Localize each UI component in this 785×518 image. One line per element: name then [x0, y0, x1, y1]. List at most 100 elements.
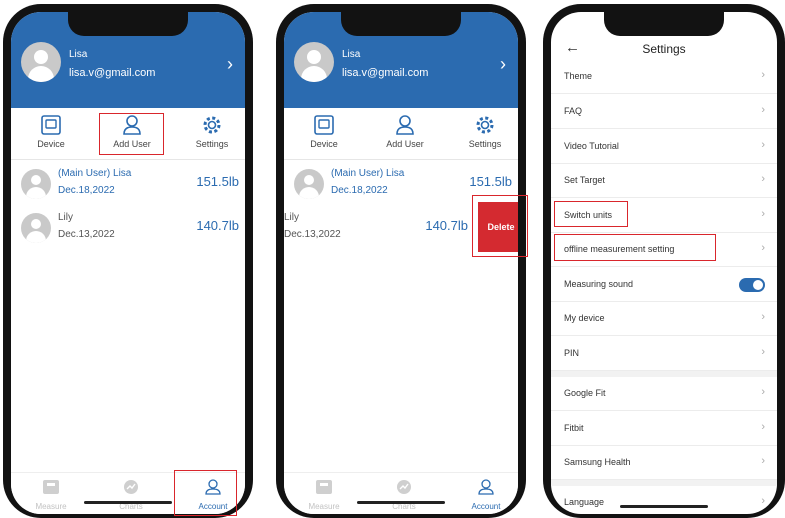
settings-item-label: Set Target	[564, 175, 605, 185]
bottom-tab-bar: Measure Charts Account	[284, 472, 518, 514]
chevron-right-icon: ›	[761, 69, 765, 81]
home-indicator	[84, 501, 172, 504]
settings-button[interactable]: Settings	[182, 114, 242, 149]
settings-item-label: My device	[564, 313, 605, 323]
chevron-right-icon: ›	[761, 104, 765, 116]
user-name: (Main User) Lisa	[331, 168, 405, 179]
settings-label: Settings	[468, 139, 502, 149]
user-name: (Main User) Lisa	[58, 168, 132, 179]
settings-item-label: Fitbit	[564, 423, 584, 433]
device-label: Device	[310, 139, 338, 149]
profile-name: Lisa	[342, 49, 361, 60]
home-indicator	[357, 501, 445, 504]
avatar	[294, 169, 324, 199]
settings-item-label: Samsung Health	[564, 457, 631, 467]
chevron-right-icon: ›	[761, 455, 765, 467]
chevron-right-icon: ›	[761, 173, 765, 185]
chevron-right-icon[interactable]: ›	[500, 54, 506, 75]
tab-measure-label: Measure	[308, 502, 340, 511]
chevron-right-icon: ›	[761, 386, 765, 398]
scale-icon	[316, 480, 332, 494]
list-item[interactable]: Lily Dec.13,2022 140.7lb	[11, 208, 245, 250]
device-label: Device	[37, 139, 65, 149]
phone-settings-screen: ← Settings Theme › FAQ › Video Tutorial › S…	[543, 4, 785, 518]
highlight-box-delete	[472, 195, 528, 257]
phone-notch	[341, 12, 461, 36]
user-weight: 151.5lb	[469, 174, 512, 189]
settings-item-language[interactable]: Language ›	[551, 486, 777, 514]
chevron-right-icon: ›	[761, 139, 765, 151]
account-toolbar: Device Add User Settings	[284, 108, 518, 160]
profile-name: Lisa	[69, 49, 88, 60]
settings-item-label: Google Fit	[564, 388, 606, 398]
highlight-box-offline-measurement	[554, 234, 716, 261]
page-title: Settings	[642, 42, 686, 56]
device-button[interactable]: Device	[294, 114, 354, 149]
phone-notch	[604, 12, 724, 36]
user-weight: 140.7lb	[196, 218, 239, 233]
phone-delete-user-screen: Lisa lisa.v@gmail.com › Device Add User	[276, 4, 526, 518]
tab-account-label: Account	[471, 502, 501, 511]
add-user-button[interactable]: Add User	[375, 114, 435, 149]
settings-button[interactable]: Settings	[455, 114, 515, 149]
settings-item-label: Theme	[564, 71, 593, 81]
gear-icon	[476, 116, 494, 134]
chevron-right-icon: ›	[761, 421, 765, 433]
settings-item-label: PIN	[564, 348, 580, 358]
avatar	[21, 169, 51, 199]
tab-measure[interactable]: Measure	[294, 479, 354, 511]
settings-item-measuring-sound: Measuring sound	[551, 268, 777, 302]
settings-item-set-target[interactable]: Set Target ›	[551, 164, 777, 198]
settings-item-google-fit[interactable]: Google Fit ›	[551, 377, 777, 411]
phone-account-screen: Lisa lisa.v@gmail.com › Device Add User	[3, 4, 253, 518]
user-date: Dec.13,2022	[58, 229, 115, 240]
chevron-right-icon: ›	[761, 242, 765, 254]
tab-charts[interactable]: Charts	[374, 479, 434, 511]
tab-account[interactable]: Account	[456, 479, 516, 511]
device-icon	[41, 115, 61, 135]
chevron-right-icon: ›	[761, 208, 765, 220]
settings-item-label: Measuring sound	[564, 279, 634, 289]
tab-charts[interactable]: Charts	[101, 479, 161, 511]
tab-measure[interactable]: Measure	[21, 479, 81, 511]
highlight-box-switch-units	[554, 201, 628, 227]
phone-notch	[68, 12, 188, 36]
user-weight: 140.7lb	[425, 218, 468, 233]
settings-item-video-tutorial[interactable]: Video Tutorial ›	[551, 130, 777, 164]
settings-item-label: FAQ	[564, 106, 583, 116]
profile-email: lisa.v@gmail.com	[69, 67, 156, 79]
chart-icon	[124, 480, 138, 494]
settings-item-fitbit[interactable]: Fitbit ›	[551, 412, 777, 446]
account-screen-swiped: Lisa lisa.v@gmail.com › Device Add User	[284, 12, 518, 514]
scale-icon	[43, 480, 59, 494]
settings-item-samsung-health[interactable]: Samsung Health ›	[551, 446, 777, 480]
tab-measure-label: Measure	[35, 502, 67, 511]
avatar	[294, 42, 334, 82]
settings-screen: ← Settings Theme › FAQ › Video Tutorial › S…	[551, 12, 777, 514]
user-name: Lily	[284, 212, 300, 223]
profile-email: lisa.v@gmail.com	[342, 67, 429, 79]
list-item[interactable]: (Main User) Lisa Dec.18,2022 151.5lb	[11, 164, 245, 206]
user-icon	[478, 479, 494, 495]
measuring-sound-toggle[interactable]	[739, 278, 765, 292]
settings-item-theme[interactable]: Theme ›	[551, 60, 777, 94]
settings-item-label: Video Tutorial	[564, 141, 619, 151]
user-weight: 151.5lb	[196, 174, 239, 189]
device-button[interactable]: Device	[21, 114, 81, 149]
chevron-right-icon: ›	[761, 346, 765, 358]
account-screen: Lisa lisa.v@gmail.com › Device Add User	[11, 12, 245, 514]
home-indicator	[620, 505, 708, 508]
toggle-knob	[753, 280, 763, 290]
user-name: Lily	[58, 212, 74, 223]
add-user-icon	[396, 115, 414, 135]
avatar	[21, 42, 61, 82]
highlight-box-add-user	[99, 113, 164, 155]
settings-item-pin[interactable]: PIN ›	[551, 337, 777, 371]
user-date: Dec.13,2022	[284, 229, 341, 240]
settings-item-my-device[interactable]: My device ›	[551, 302, 777, 336]
settings-label: Settings	[195, 139, 229, 149]
user-date: Dec.18,2022	[331, 185, 388, 196]
chevron-right-icon[interactable]: ›	[227, 54, 233, 75]
settings-item-faq[interactable]: FAQ ›	[551, 95, 777, 129]
add-user-label: Add User	[386, 139, 424, 149]
